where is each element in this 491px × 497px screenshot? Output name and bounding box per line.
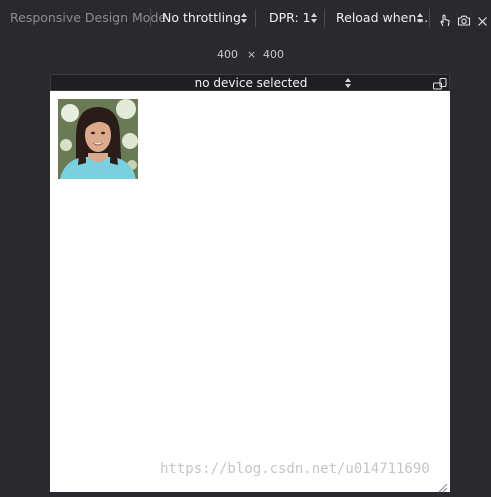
device-select-label: no device selected bbox=[194, 76, 308, 90]
throttling-select[interactable]: No throttling bbox=[162, 0, 241, 36]
throttling-arrows-icon bbox=[241, 13, 247, 23]
viewport-frame: no device selected bbox=[50, 74, 450, 492]
dpr-arrows-icon bbox=[311, 13, 317, 23]
dpr-select[interactable]: DPR: 1 bbox=[269, 0, 311, 36]
rdm-title: Responsive Design Mode bbox=[10, 10, 167, 25]
watermark: https://blog.csdn.net/u014711690 bbox=[160, 461, 430, 477]
touch-icon[interactable] bbox=[438, 12, 451, 31]
resize-handle-icon[interactable] bbox=[436, 478, 448, 493]
rdm-toolbar: Responsive Design Mode No throttling DPR… bbox=[0, 0, 491, 34]
viewport-height-value[interactable]: 400 bbox=[263, 48, 284, 62]
viewport bbox=[50, 91, 450, 492]
device-select-arrows-icon bbox=[345, 78, 351, 88]
device-selector-bar: no device selected bbox=[50, 74, 450, 91]
toolbar-divider bbox=[150, 9, 151, 27]
dimension-separator: × bbox=[247, 48, 257, 61]
dpr-label: DPR: 1 bbox=[269, 10, 311, 25]
toolbar-divider bbox=[324, 9, 325, 27]
device-select[interactable]: no device selected bbox=[51, 75, 451, 92]
reload-select[interactable]: Reload when... bbox=[336, 0, 428, 36]
profile-photo bbox=[58, 99, 138, 179]
viewport-width-value[interactable]: 400 bbox=[217, 48, 238, 62]
reload-arrows-icon bbox=[417, 13, 423, 23]
toolbar-divider bbox=[429, 9, 430, 27]
toolbar-divider bbox=[255, 9, 256, 27]
close-icon[interactable] bbox=[477, 12, 488, 31]
reload-label: Reload when... bbox=[336, 10, 429, 25]
camera-icon[interactable] bbox=[457, 12, 471, 31]
throttling-label: No throttling bbox=[162, 10, 241, 25]
